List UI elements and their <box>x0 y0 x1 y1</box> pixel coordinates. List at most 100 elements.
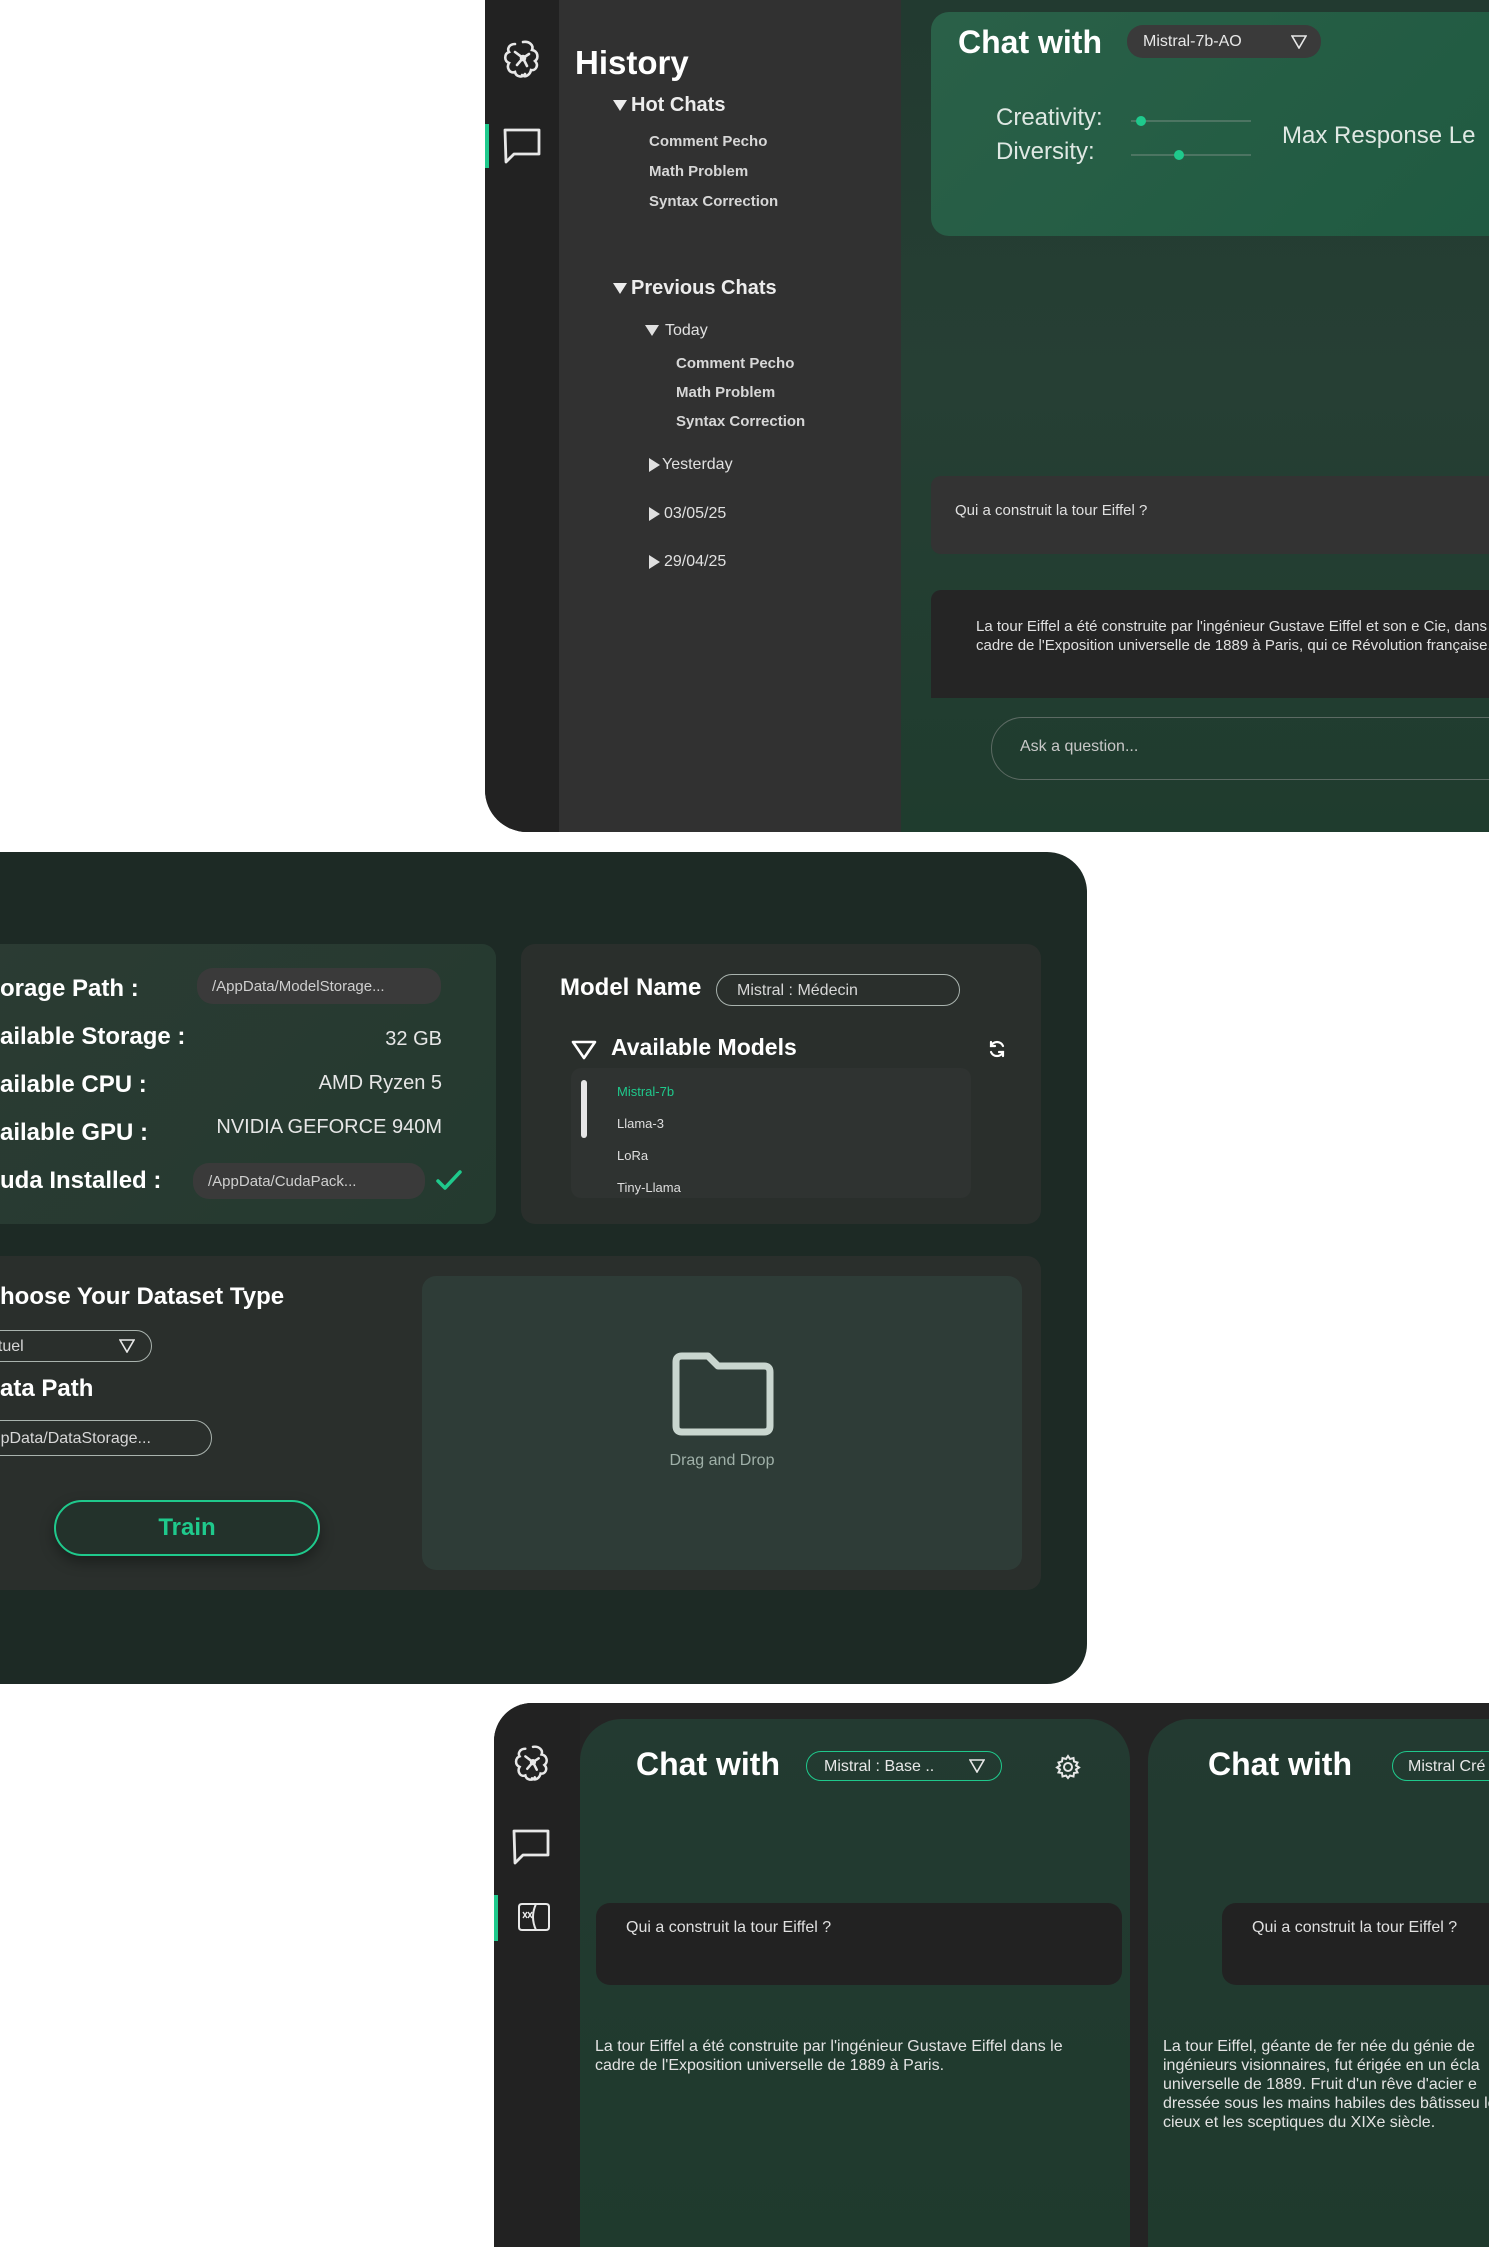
question-placeholder: Ask a question... <box>1020 738 1139 755</box>
chat-with-title: Chat with <box>958 24 1102 60</box>
cuda-installed-label: uda Installed : <box>0 1167 162 1194</box>
available-gpu-label: ailable GPU : <box>0 1119 149 1146</box>
model-select[interactable]: Mistral-7b-AO <box>1127 25 1321 58</box>
history-item[interactable]: Syntax Correction <box>676 413 805 430</box>
caret-down-icon <box>613 100 627 112</box>
dataset-card: hoose Your Dataset Type extuel ata Path … <box>0 1256 1041 1590</box>
history-group-yesterday[interactable]: Yesterday <box>649 456 733 474</box>
history-item[interactable]: Syntax Correction <box>649 193 778 210</box>
max-response-label: Max Response Le <box>1282 122 1476 149</box>
data-path-input[interactable]: AppData/DataStorage... <box>0 1420 212 1456</box>
model-option[interactable]: Tiny-Llama <box>617 1180 681 1195</box>
chat-bubble-icon[interactable] <box>511 1827 551 1867</box>
chat-area: Chat with Mistral-7b-AO Creativity: Dive… <box>901 0 1489 832</box>
diversity-label: Diversity: <box>996 138 1095 165</box>
creativity-slider[interactable] <box>1131 114 1251 128</box>
chevron-down-icon <box>969 1759 985 1773</box>
model-card: Model Name Mistral : Médecin Available M… <box>521 944 1041 1224</box>
history-item[interactable]: Math Problem <box>676 384 775 401</box>
history-item[interactable]: Math Problem <box>649 163 748 180</box>
dataset-type-value: extuel <box>0 1338 24 1355</box>
user-message: Qui a construit la tour Eiffel ? <box>931 476 1489 554</box>
available-gpu-value: NVIDIA GEFORCE 940M <box>216 1116 442 1138</box>
previous-chats-label: Previous Chats <box>631 277 777 299</box>
triangle-down-icon[interactable] <box>571 1040 597 1060</box>
dataset-type-label: hoose Your Dataset Type <box>0 1283 285 1310</box>
drop-label: Drag and Drop <box>669 1452 775 1469</box>
user-message: Qui a construit la tour Eiffel ? <box>1222 1903 1489 1985</box>
model-select-value: Mistral-7b-AO <box>1143 33 1242 50</box>
available-storage-label: ailable Storage : <box>0 1023 186 1050</box>
dataset-icon[interactable] <box>516 1899 552 1935</box>
nav-rail <box>485 0 559 832</box>
brain-icon[interactable] <box>501 38 543 82</box>
refresh-icon[interactable] <box>988 1038 1006 1060</box>
user-message: Qui a construit la tour Eiffel ? <box>596 1903 1122 1985</box>
today-toggle[interactable]: Today <box>645 322 708 340</box>
today-label: Today <box>665 322 708 339</box>
model-option[interactable]: LoRa <box>617 1148 648 1163</box>
compare-chat-window: Chat with Mistral : Base .. Qui a constr… <box>494 1703 1489 2247</box>
group-label: Yesterday <box>662 456 733 473</box>
history-group-date[interactable]: 29/04/25 <box>649 553 726 571</box>
model-name-label: Model Name <box>560 974 702 1001</box>
storage-path-label: orage Path : <box>0 975 139 1002</box>
storage-path-field[interactable]: /AppData/ModelStorage... <box>197 968 441 1004</box>
assistant-message-text: La tour Eiffel a été construite par l'in… <box>976 618 1489 654</box>
caret-right-icon <box>649 554 660 569</box>
history-group-date[interactable]: 03/05/25 <box>649 505 726 523</box>
model-select-value: Mistral : Base .. <box>824 1758 935 1775</box>
chat-settings-card: Chat with Mistral-7b-AO Creativity: Dive… <box>931 12 1489 236</box>
train-button[interactable]: Train <box>54 1500 320 1556</box>
cuda-path-field[interactable]: /AppData/CudaPack... <box>193 1163 425 1199</box>
available-cpu-value: AMD Ryzen 5 <box>318 1072 442 1094</box>
model-name-input[interactable]: Mistral : Médecin <box>716 974 960 1006</box>
chevron-down-icon <box>1291 35 1307 49</box>
group-label: 03/05/25 <box>664 505 727 522</box>
user-message-text: Qui a construit la tour Eiffel ? <box>955 502 1148 519</box>
active-indicator <box>494 1895 498 1941</box>
caret-right-icon <box>649 457 660 472</box>
system-info-card: orage Path : /AppData/ModelStorage... ai… <box>0 944 496 1224</box>
diversity-slider[interactable] <box>1131 148 1251 162</box>
caret-right-icon <box>649 506 660 521</box>
history-item[interactable]: Comment Pecho <box>676 355 794 372</box>
chat-bubble-icon[interactable] <box>502 126 542 166</box>
model-option-selected[interactable]: Mistral-7b <box>617 1084 674 1099</box>
nav-rail <box>494 1703 580 2247</box>
drop-zone[interactable]: Drag and Drop <box>422 1276 1022 1570</box>
group-label: 29/04/25 <box>664 553 727 570</box>
caret-down-icon <box>645 325 659 337</box>
assistant-reply: La tour Eiffel a été construite par l'in… <box>595 2038 1063 2074</box>
model-option[interactable]: Llama-3 <box>617 1116 664 1131</box>
question-input[interactable]: Ask a question... <box>991 717 1489 780</box>
user-message-text: Qui a construit la tour Eiffel ? <box>626 1919 832 1936</box>
history-title: History <box>575 44 689 81</box>
chat-history-window: History Hot Chats Comment Pecho Math Pro… <box>485 0 1489 832</box>
chat-column-right: Chat with Mistral Cré Qui a construit la… <box>1148 1719 1489 2247</box>
chat-with-title: Chat with <box>1208 1746 1352 1782</box>
dataset-type-select[interactable]: extuel <box>0 1330 152 1362</box>
history-item[interactable]: Comment Pecho <box>649 133 767 150</box>
storage-path-value: /AppData/ModelStorage... <box>212 978 385 995</box>
model-name-value: Mistral : Médecin <box>737 982 858 999</box>
model-select[interactable]: Mistral Cré <box>1392 1751 1489 1781</box>
chevron-down-icon <box>119 1339 135 1353</box>
user-message-text: Qui a construit la tour Eiffel ? <box>1252 1919 1458 1936</box>
chat-column-left: Chat with Mistral : Base .. Qui a constr… <box>580 1719 1130 2247</box>
hot-chats-label: Hot Chats <box>631 94 726 116</box>
model-select[interactable]: Mistral : Base .. <box>806 1751 1002 1781</box>
available-cpu-label: ailable CPU : <box>0 1071 147 1098</box>
chat-with-title: Chat with <box>636 1746 780 1782</box>
hot-chats-toggle[interactable]: Hot Chats <box>613 94 725 117</box>
previous-chats-toggle[interactable]: Previous Chats <box>613 277 777 300</box>
available-models-list: Mistral-7b Llama-3 LoRa Tiny-Llama <box>571 1068 971 1198</box>
history-panel: History Hot Chats Comment Pecho Math Pro… <box>559 0 901 832</box>
creativity-label: Creativity: <box>996 104 1103 131</box>
list-scrollbar[interactable] <box>581 1080 587 1138</box>
assistant-reply: La tour Eiffel, géante de fer née du gén… <box>1163 2038 1489 2131</box>
data-path-value: AppData/DataStorage... <box>0 1430 151 1447</box>
brain-icon[interactable] <box>512 1743 552 1785</box>
gear-icon[interactable] <box>1055 1754 1081 1780</box>
model-select-value: Mistral Cré <box>1408 1758 1486 1775</box>
